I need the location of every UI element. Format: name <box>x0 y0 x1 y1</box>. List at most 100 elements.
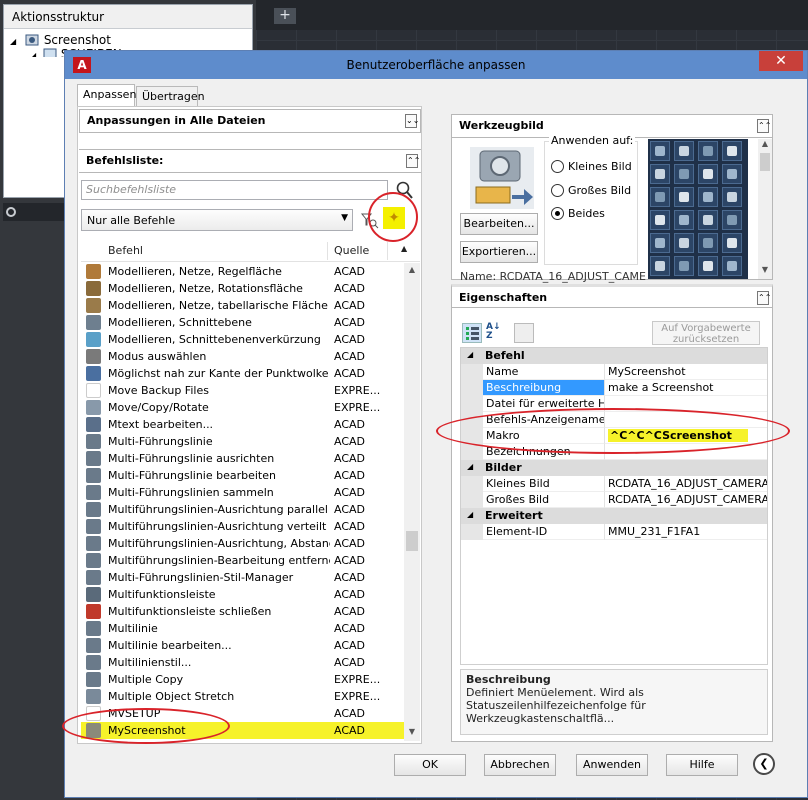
command-row[interactable]: Move Backup Files EXPRE... <box>81 382 404 399</box>
command-row[interactable]: Modus auswählen ACAD <box>81 348 404 365</box>
cancel-button[interactable]: Abbrechen <box>484 754 556 776</box>
chevron-up-icon[interactable]: ⌃⌃ <box>406 154 420 168</box>
gallery-image-icon[interactable] <box>674 233 694 253</box>
scroll-up-icon[interactable]: ▲ <box>758 139 772 148</box>
property-category[interactable]: ◢ Erweitert <box>461 508 767 524</box>
chevron-up-icon[interactable]: ⌃⌃ <box>757 291 771 305</box>
command-row[interactable]: Multi-Führungslinien-Stil-Manager ACAD <box>81 569 404 586</box>
command-row[interactable]: Modellieren, Netze, Regelfläche ACAD <box>81 263 404 280</box>
gallery-image-icon[interactable] <box>698 164 718 184</box>
new-tab-button[interactable]: + <box>274 8 296 24</box>
gallery-image-icon[interactable] <box>698 233 718 253</box>
chevron-down-icon[interactable]: ⌄⌄ <box>405 114 419 128</box>
command-row[interactable]: Möglichst nah zur Kante der Punktwolke AC… <box>81 365 404 382</box>
scrollbar-thumb[interactable] <box>760 153 770 171</box>
property-value[interactable]: make a Screenshot <box>605 380 767 396</box>
command-filter-select[interactable]: Nur alle Befehle ▼ <box>81 209 353 231</box>
property-row[interactable]: Element-ID MMU_231_F1FA1 <box>461 524 767 540</box>
properties-header[interactable]: Eigenschaften ⌃⌃ <box>451 284 773 308</box>
gallery-image-icon[interactable] <box>722 187 742 207</box>
tab-uebertragen[interactable]: Übertragen <box>136 86 205 106</box>
gallery-image-icon[interactable] <box>650 164 670 184</box>
command-row[interactable]: Multiführungslinien-Bearbeitung entferne… <box>81 552 404 569</box>
column-source[interactable]: Quelle <box>334 244 369 257</box>
property-category[interactable]: ◢ Bilder <box>461 460 767 476</box>
command-list-scrollbar[interactable]: ▲ ▼ <box>404 263 420 741</box>
property-value[interactable] <box>605 412 767 428</box>
property-value[interactable]: ^C^C^CScreenshot <box>605 428 767 444</box>
gallery-image-icon[interactable] <box>722 164 742 184</box>
dialog-titlebar[interactable]: Benutzeroberfläche anpassen A ✕ <box>65 51 807 79</box>
tab-anpassen[interactable]: Anpassen <box>77 84 136 106</box>
command-row[interactable]: Multilinie bearbeiten... ACAD <box>81 637 404 654</box>
property-row[interactable]: Kleines Bild RCDATA_16_ADJUST_CAMERA <box>461 476 767 492</box>
command-row[interactable]: Multi-Führungslinie ACAD <box>81 433 404 450</box>
tool-image-gallery[interactable] <box>648 139 748 279</box>
edit-image-button[interactable]: Bearbeiten... <box>460 213 538 235</box>
command-row[interactable]: Multiführungslinien-Ausrichtung verteilt… <box>81 518 404 535</box>
close-button[interactable]: ✕ <box>759 51 803 71</box>
command-row[interactable]: Multi-Führungslinien sammeln ACAD <box>81 484 404 501</box>
gallery-image-icon[interactable] <box>674 187 694 207</box>
gallery-image-icon[interactable] <box>722 233 742 253</box>
property-value[interactable]: MMU_231_F1FA1 <box>605 524 767 540</box>
tree-collapse-icon[interactable]: ◢ <box>30 51 36 57</box>
command-row[interactable]: Multi-Führungslinie bearbeiten ACAD <box>81 467 404 484</box>
gallery-image-icon[interactable] <box>650 233 670 253</box>
command-row[interactable]: Mtext bearbeiten... ACAD <box>81 416 404 433</box>
customizations-header[interactable]: Anpassungen in Alle Dateien ⌄⌄ <box>79 109 421 133</box>
filter-icon[interactable] <box>359 210 379 230</box>
gallery-image-icon[interactable] <box>722 141 742 161</box>
command-list[interactable]: Modellieren, Netze, Regelfläche ACAD Model… <box>81 263 404 741</box>
help-button[interactable]: Hilfe <box>666 754 738 776</box>
gallery-image-icon[interactable] <box>674 210 694 230</box>
gallery-image-icon[interactable] <box>698 187 718 207</box>
gallery-image-icon[interactable] <box>674 141 694 161</box>
property-pages-icon[interactable] <box>514 323 534 343</box>
gallery-image-icon[interactable] <box>722 210 742 230</box>
command-row[interactable]: Modellieren, Schnittebene ACAD <box>81 314 404 331</box>
reset-defaults-button[interactable]: Auf Vorgabewerte zurücksetzen <box>652 321 760 345</box>
categorized-view-icon[interactable] <box>462 323 482 343</box>
tree-item-screenshot[interactable]: ◢ Screenshot <box>10 33 111 47</box>
command-row[interactable]: Multifunktionsleiste ACAD <box>81 586 404 603</box>
collapse-dialog-icon[interactable]: ❮ <box>753 753 775 775</box>
command-row[interactable]: Multi-Führungslinie ausrichten ACAD <box>81 450 404 467</box>
property-row[interactable]: Bezeichnungen <box>461 444 767 460</box>
create-new-command-icon[interactable]: ✦ <box>383 207 405 229</box>
property-value[interactable]: MyScreenshot <box>605 364 767 380</box>
property-row[interactable]: Befehls-Anzeigename <box>461 412 767 428</box>
command-row[interactable]: Move/Copy/Rotate EXPRE... <box>81 399 404 416</box>
command-row[interactable]: MVSETUP ACAD <box>81 705 404 722</box>
property-row[interactable]: Name MyScreenshot <box>461 364 767 380</box>
collapse-icon[interactable]: ◢ <box>467 462 473 471</box>
radio-button[interactable] <box>551 184 564 197</box>
chevron-up-icon[interactable]: ⌃⌃ <box>757 119 771 133</box>
search-icon[interactable] <box>395 180 413 200</box>
gallery-image-icon[interactable] <box>698 141 718 161</box>
gallery-scrollbar[interactable]: ▲ ▼ <box>758 139 772 279</box>
command-row[interactable]: Modellieren, Netze, tabellarische Fläche… <box>81 297 404 314</box>
command-row[interactable]: Multiführungslinien-Ausrichtung, Abstand… <box>81 535 404 552</box>
command-row[interactable]: Modellieren, Netze, Rotationsfläche ACAD <box>81 280 404 297</box>
command-row[interactable]: Multiple Copy EXPRE... <box>81 671 404 688</box>
command-search-input[interactable]: Suchbefehlsliste <box>81 180 388 200</box>
export-image-button[interactable]: Exportieren... <box>460 241 538 263</box>
command-row[interactable]: Multiple Object Stretch EXPRE... <box>81 688 404 705</box>
scrollbar-thumb[interactable] <box>406 531 418 551</box>
property-row[interactable]: Großes Bild RCDATA_16_ADJUST_CAMERA <box>461 492 767 508</box>
gallery-image-icon[interactable] <box>698 210 718 230</box>
sort-alphabetical-icon[interactable]: A↓ Z <box>486 323 506 343</box>
collapse-icon[interactable]: ◢ <box>467 350 473 359</box>
property-value[interactable] <box>605 396 767 412</box>
property-row[interactable]: Makro ^C^C^CScreenshot <box>461 428 767 444</box>
column-command[interactable]: Befehl <box>108 244 143 257</box>
property-category[interactable]: ◢ Befehl <box>461 348 767 364</box>
gallery-image-icon[interactable] <box>674 164 694 184</box>
property-row[interactable]: Beschreibung make a Screenshot <box>461 380 767 396</box>
radio-button[interactable] <box>551 160 564 173</box>
command-row[interactable]: Multiführungslinien-Ausrichtung parallel… <box>81 501 404 518</box>
tree-collapse-icon[interactable]: ◢ <box>10 37 16 46</box>
property-value[interactable]: RCDATA_16_ADJUST_CAMERA <box>605 476 767 492</box>
command-list-header[interactable]: Befehlsliste: ⌃⌃ <box>79 149 421 173</box>
